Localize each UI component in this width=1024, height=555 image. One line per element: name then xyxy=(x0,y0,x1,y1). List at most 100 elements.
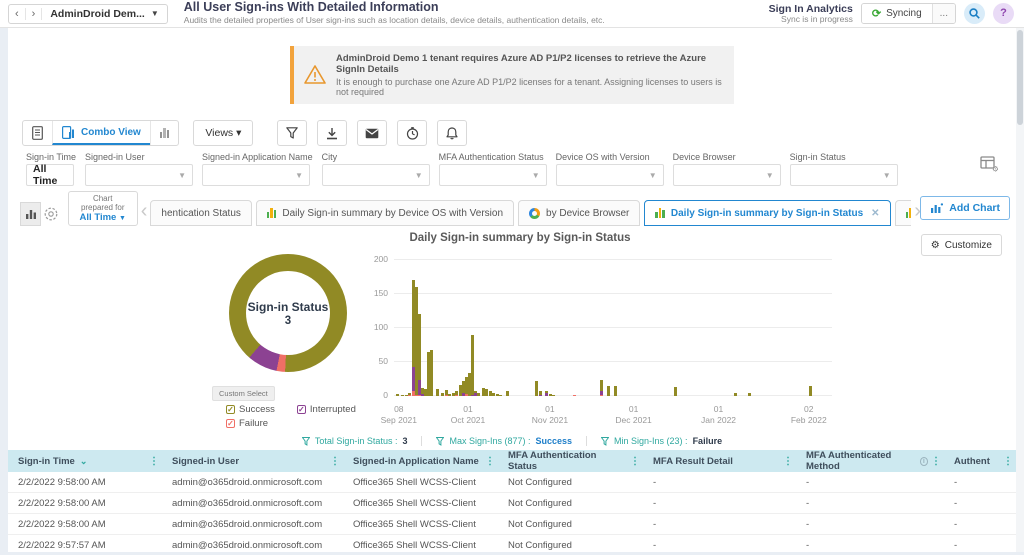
email-button[interactable] xyxy=(357,120,387,146)
combo-view-button[interactable]: Combo View xyxy=(52,121,150,145)
signin-status-donut[interactable]: Sign-in Status 3 xyxy=(229,254,347,372)
warning-line1: AdminDroid Demo 1 tenant requires Azure … xyxy=(336,53,724,75)
stacked-bar[interactable] xyxy=(809,386,812,396)
filter-dropdown[interactable]: ▼ xyxy=(439,164,547,186)
search-button[interactable] xyxy=(964,3,985,24)
stacked-bar[interactable] xyxy=(674,387,677,396)
stat-funnel-icon xyxy=(302,437,310,446)
column-header-signed-in-application-name[interactable]: Signed-in Application Name⋮ xyxy=(343,450,498,472)
stacked-bar[interactable] xyxy=(477,393,480,396)
stacked-bar[interactable] xyxy=(552,395,555,396)
tabs-scroll-left-icon[interactable]: ‹ xyxy=(138,200,151,223)
table-row[interactable]: 2/2/2022 9:58:00 AMadmin@o365droid.onmic… xyxy=(8,493,1016,514)
alerts-button[interactable] xyxy=(437,120,467,146)
close-tab-icon[interactable]: ✕ xyxy=(871,208,879,219)
nav-back-icon[interactable]: ‹ xyxy=(9,8,26,20)
column-header-mfa-authenticated-method[interactable]: MFA Authenticated Methodi⋮ xyxy=(796,450,944,472)
column-header-mfa-result-detail[interactable]: MFA Result Detail ⋮ xyxy=(643,450,796,472)
download-button[interactable] xyxy=(317,120,347,146)
chart-prepared-for-dropdown[interactable]: Chart prepared for All Time ▼ xyxy=(68,191,138,226)
vertical-scrollbar-thumb[interactable] xyxy=(1017,30,1023,125)
tenant-selector[interactable]: AdminDroid Dem... ▼ xyxy=(42,8,166,20)
bar-chart-mode-button[interactable] xyxy=(20,202,41,226)
column-menu-icon[interactable]: ⋮ xyxy=(1000,456,1016,467)
table-cell: 2/2/2022 9:58:00 AM xyxy=(8,519,162,530)
filter-dropdown[interactable]: ▼ xyxy=(85,164,193,186)
filter-dropdown[interactable]: ▼ xyxy=(790,164,898,186)
stacked-bar[interactable] xyxy=(506,391,509,396)
pie-chart-mode-button[interactable] xyxy=(41,202,62,226)
stacked-bar[interactable] xyxy=(396,394,399,396)
donut-chart-block: Sign-in Status 3 Custom Select ✓Success✓… xyxy=(198,246,378,429)
filter-dropdown[interactable]: ▼ xyxy=(673,164,781,186)
nav-forward-icon[interactable]: › xyxy=(26,8,43,20)
stacked-bar[interactable] xyxy=(734,393,737,396)
column-header-mfa-authentication-status[interactable]: MFA Authentication Status⋮ xyxy=(498,450,643,472)
filter-dropdown[interactable]: ▼ xyxy=(202,164,310,186)
filter-button[interactable] xyxy=(277,120,307,146)
chart-stat-1[interactable]: Max Sign-Ins (877) : Success xyxy=(421,436,586,446)
column-menu-icon[interactable]: ⋮ xyxy=(928,456,944,467)
filter-dropdown[interactable]: ▼ xyxy=(322,164,430,186)
main-content: AdminDroid Demo 1 tenant requires Azure … xyxy=(8,28,1016,552)
stacked-bar[interactable] xyxy=(614,386,617,396)
filter-dropdown[interactable]: ▼ xyxy=(556,164,664,186)
add-chart-button[interactable]: Add Chart xyxy=(920,196,1010,220)
stacked-bar[interactable] xyxy=(539,391,542,396)
bar-segment-success xyxy=(418,314,421,379)
legend-item-interrupted[interactable]: ✓ Interrupted xyxy=(297,404,356,415)
column-menu-icon[interactable]: ⋮ xyxy=(482,456,498,467)
column-menu-icon[interactable]: ⋮ xyxy=(327,456,343,467)
stacked-bar[interactable] xyxy=(430,350,433,396)
stacked-bar[interactable] xyxy=(748,393,751,396)
schedule-button[interactable] xyxy=(397,120,427,146)
chart-tab-4[interactable]: Daily Sign-in summary by Signed-in Via xyxy=(895,200,912,226)
chart-stat-0[interactable]: Total Sign-in Status : 3 xyxy=(288,436,422,446)
legend-checkbox-icon[interactable]: ✓ xyxy=(226,419,235,428)
table-view-button[interactable] xyxy=(23,121,52,145)
table-row[interactable]: 2/2/2022 9:57:57 AMadmin@o365droid.onmic… xyxy=(8,535,1016,555)
table-row[interactable]: 2/2/2022 9:58:00 AMadmin@o365droid.onmic… xyxy=(8,472,1016,493)
chart-stat-2[interactable]: Min Sign-Ins (23) : Failure xyxy=(586,436,736,446)
chart-tab-2[interactable]: by Device Browser xyxy=(518,200,640,226)
column-header-label: MFA Authentication Status xyxy=(508,450,627,472)
chart-view-button[interactable] xyxy=(150,121,179,145)
column-menu-icon[interactable]: ⋮ xyxy=(627,456,643,467)
chart-tab-3[interactable]: Daily Sign-in summary by Sign-in Status✕ xyxy=(644,200,890,226)
x-axis-label: 08Sep 2021 xyxy=(381,404,417,425)
legend-label: Interrupted xyxy=(310,404,356,415)
legend-item-failure[interactable]: ✓Failure xyxy=(226,418,268,429)
legend-checkbox-icon[interactable]: ✓ xyxy=(226,405,235,414)
sort-descending-icon[interactable]: ⌄ xyxy=(80,456,88,467)
table-row[interactable]: 2/2/2022 9:58:00 AMadmin@o365droid.onmic… xyxy=(8,514,1016,535)
stacked-bar[interactable] xyxy=(600,380,603,396)
document-icon xyxy=(32,126,43,140)
customize-button[interactable]: ⚙ Customize xyxy=(921,234,1002,256)
more-options-button[interactable]: ... xyxy=(932,4,955,23)
help-button[interactable]: ? xyxy=(993,3,1014,24)
column-header-signed-in-user[interactable]: Signed-in User⋮ xyxy=(162,450,343,472)
custom-select-button[interactable]: Custom Select xyxy=(212,386,275,401)
vertical-scrollbar[interactable] xyxy=(1016,28,1024,552)
stacked-bar[interactable] xyxy=(573,395,576,396)
legend-checkbox-icon[interactable]: ✓ xyxy=(297,405,306,414)
views-dropdown[interactable]: Views ▾ xyxy=(193,120,253,146)
stacked-bar[interactable] xyxy=(471,335,474,396)
column-header-sign-in-time[interactable]: Sign-in Time⌄⋮ xyxy=(8,450,162,472)
column-menu-icon[interactable]: ⋮ xyxy=(146,456,162,467)
stacked-bar[interactable] xyxy=(607,386,610,396)
stacked-bar[interactable] xyxy=(499,395,502,396)
chart-tab-1[interactable]: Daily Sign-in summary by Device OS with … xyxy=(256,200,514,226)
legend-item-success[interactable]: ✓Success xyxy=(226,404,275,415)
chart-tab-0[interactable]: hentication Status xyxy=(150,200,252,226)
stacked-bar[interactable] xyxy=(418,314,421,396)
stacked-bar[interactable] xyxy=(401,395,404,396)
bar-plot[interactable]: 05010015020008Sep 202101Oct 202101Nov 20… xyxy=(394,260,832,396)
column-settings-icon[interactable]: ⚙ xyxy=(980,156,998,172)
stacked-bar[interactable] xyxy=(436,389,439,396)
column-menu-icon[interactable]: ⋮ xyxy=(780,456,796,467)
signin-time-selector[interactable]: All Time xyxy=(26,164,74,186)
column-header-label: MFA Result Detail xyxy=(653,456,733,467)
syncing-button[interactable]: ⟳ Syncing xyxy=(862,4,932,23)
column-header-authent[interactable]: Authent⋮ xyxy=(944,450,1016,472)
